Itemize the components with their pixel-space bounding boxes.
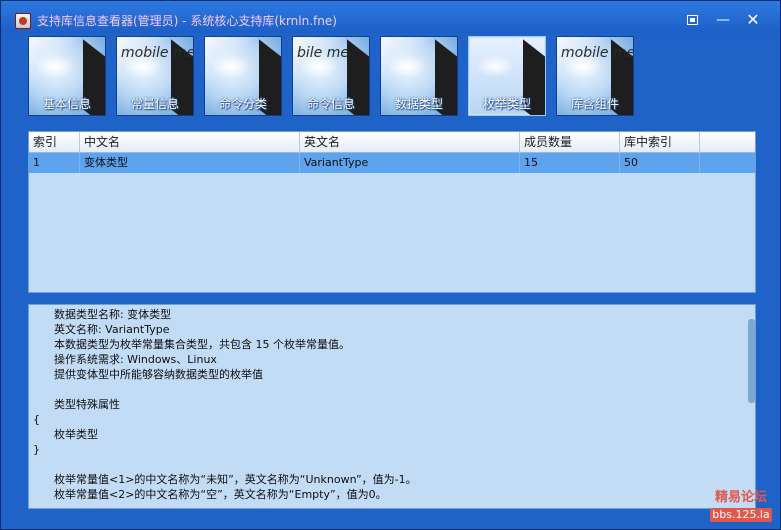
scrollbar-thumb[interactable] xyxy=(748,319,755,403)
tool-label: 命令分类 xyxy=(218,97,267,111)
cell-spacer xyxy=(700,153,755,173)
tool-library-components[interactable]: mobile me 库含组件 xyxy=(556,36,634,116)
tool-brand: mobile me xyxy=(121,45,194,61)
tool-label: 数据类型 xyxy=(394,97,443,111)
window-menu-button[interactable] xyxy=(680,11,704,29)
tool-brand: mobile me xyxy=(561,45,634,61)
detail-line: 英文名称: VariantType xyxy=(33,323,170,336)
column-header-member-count[interactable]: 成员数量 xyxy=(520,132,620,152)
tool-label: 命令信息 xyxy=(306,97,355,111)
detail-line: 操作系统需求: Windows、Linux xyxy=(33,353,217,366)
tool-constant-info[interactable]: mobile me 常量信息 xyxy=(116,36,194,116)
column-header-library-index[interactable]: 库中索引 xyxy=(620,132,700,152)
app-window: 支持库信息查看器(管理员) - 系统核心支持库(krnln.fne) — ✕ 基… xyxy=(0,0,781,530)
window-title: 支持库信息查看器(管理员) - 系统核心支持库(krnln.fne) xyxy=(37,14,337,28)
watermark-logo: 精易论坛 bbs.125.la xyxy=(706,489,776,527)
tool-label: 基本信息 xyxy=(42,97,91,111)
tool-brand: bile me xyxy=(297,45,349,61)
title-bar[interactable]: 支持库信息查看器(管理员) - 系统核心支持库(krnln.fne) — ✕ xyxy=(1,1,780,33)
detail-line: 提供变体型中所能够容纳数据类型的枚举值 xyxy=(33,368,263,381)
detail-line: 枚举常量值<2>的中文名称为“空”，英文名称为“Empty”，值为0。 xyxy=(33,488,387,501)
table-header: 索引 中文名 英文名 成员数量 库中索引 xyxy=(29,132,755,153)
tool-enum-type[interactable]: 枚举类型 xyxy=(468,36,546,116)
cell-member-count: 15 xyxy=(520,153,620,173)
detail-line: 枚举类型 xyxy=(33,428,98,441)
menu-icon xyxy=(686,15,698,25)
app-icon xyxy=(15,13,31,29)
type-table[interactable]: 索引 中文名 英文名 成员数量 库中索引 1 变体类型 VariantType … xyxy=(28,131,756,293)
cell-chinese-name: 变体类型 xyxy=(80,153,300,173)
tool-label: 枚举类型 xyxy=(482,97,531,111)
column-header-english-name[interactable]: 英文名 xyxy=(300,132,520,152)
detail-line: { xyxy=(33,413,40,426)
detail-line: 本数据类型为枚举常量集合类型，共包含 15 个枚举常量值。 xyxy=(33,338,350,351)
minimize-button[interactable]: — xyxy=(711,11,735,29)
cell-english-name: VariantType xyxy=(300,153,520,173)
detail-text-panel[interactable]: 数据类型名称: 变体类型 英文名称: VariantType 本数据类型为枚举常… xyxy=(28,304,756,509)
table-row[interactable]: 1 变体类型 VariantType 15 50 xyxy=(29,153,755,173)
toolbar: 基本信息 mobile me 常量信息 命令分类 bile me 命令信息 数据… xyxy=(1,33,780,118)
cell-index: 1 xyxy=(29,153,80,173)
watermark-url: bbs.125.la xyxy=(710,508,772,522)
tool-data-type[interactable]: 数据类型 xyxy=(380,36,458,116)
watermark-title: 精易论坛 xyxy=(714,490,767,505)
close-button[interactable]: ✕ xyxy=(741,11,765,29)
tool-command-info[interactable]: bile me 命令信息 xyxy=(292,36,370,116)
cell-library-index: 50 xyxy=(620,153,700,173)
tool-label: 库含组件 xyxy=(570,97,619,111)
detail-line: 数据类型名称: 变体类型 xyxy=(33,308,172,321)
tool-label: 常量信息 xyxy=(130,97,179,111)
detail-line: 类型特殊属性 xyxy=(33,398,120,411)
tool-command-category[interactable]: 命令分类 xyxy=(204,36,282,116)
column-header-index[interactable]: 索引 xyxy=(29,132,80,152)
tool-basic-info[interactable]: 基本信息 xyxy=(28,36,106,116)
detail-line: } xyxy=(33,443,40,456)
column-header-spacer xyxy=(700,132,755,152)
column-header-chinese-name[interactable]: 中文名 xyxy=(80,132,300,152)
detail-line: 枚举常量值<1>的中文名称为“未知”，英文名称为“Unknown”，值为-1。 xyxy=(33,473,417,486)
